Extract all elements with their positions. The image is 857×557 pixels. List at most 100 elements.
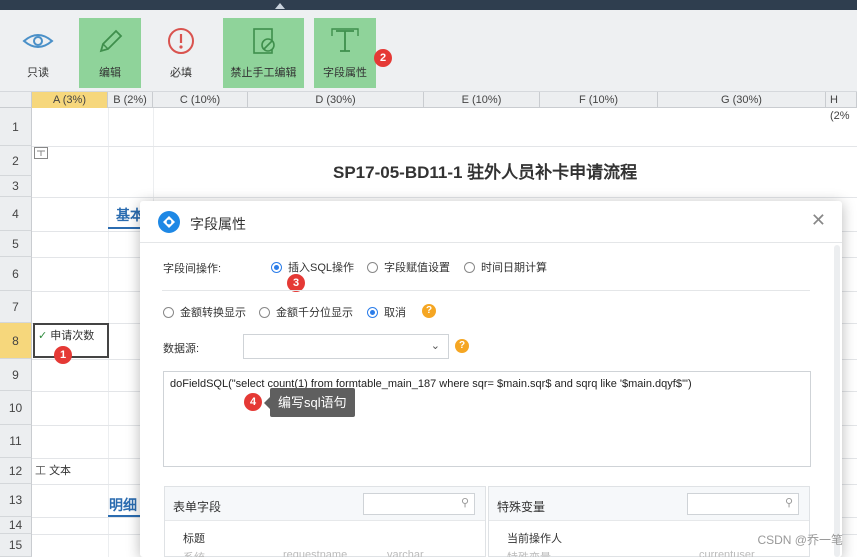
column-header[interactable]: F (10%): [540, 92, 658, 108]
help-icon[interactable]: ?: [422, 304, 436, 318]
field-ops-label: 字段间操作:: [163, 263, 222, 275]
dialog-scrollbar[interactable]: [834, 245, 840, 557]
text-field-icon: [331, 28, 359, 52]
exclamation-icon: [168, 28, 194, 54]
list-item[interactable]: 当前操作人: [507, 530, 562, 546]
panel-header: 特殊变量 ⚲: [489, 487, 809, 521]
search-icon: ⚲: [784, 497, 793, 509]
radio-label: 时间日期计算: [481, 262, 547, 274]
row-header[interactable]: 11: [0, 425, 32, 458]
text-cell-label: 文本: [49, 465, 72, 477]
column-header-bar: A (3%) B (2%) C (10%) D (30%) E (10%) F …: [0, 92, 857, 122]
radio-dot: [464, 261, 475, 273]
row-header[interactable]: 9: [0, 359, 32, 391]
radio-amount-convert[interactable]: 金额转换显示: [163, 304, 246, 320]
help-icon[interactable]: ?: [455, 339, 469, 353]
dialog-logo-icon: [158, 211, 180, 233]
panel-title: 表单字段: [173, 500, 222, 514]
row-header[interactable]: 14: [0, 517, 32, 534]
column-header[interactable]: D (30%): [248, 92, 424, 108]
search-input[interactable]: ⚲: [687, 493, 799, 515]
field-properties-label: 字段属性: [323, 67, 367, 79]
eye-icon: [22, 34, 54, 48]
row-header[interactable]: 1: [0, 108, 32, 146]
sql-tooltip: 编写sql语句: [264, 388, 355, 417]
dialog-header: 字段属性 ✕: [140, 201, 842, 243]
form-fields-panel: 表单字段 ⚲ 标题 系统 requestname varchar: [164, 486, 486, 557]
radio-dot: [163, 306, 174, 318]
panel-header: 表单字段 ⚲: [165, 487, 485, 521]
edit-button[interactable]: 编辑: [79, 18, 141, 88]
toolbar: 只读 编辑 必填 禁止手工编辑 字段属性 2: [0, 10, 857, 92]
row-header[interactable]: 6: [0, 257, 32, 291]
list-item[interactable]: 标题: [183, 530, 205, 546]
watermark: CSDN @乔一笔: [757, 533, 843, 547]
required-button[interactable]: 必填: [152, 18, 210, 88]
radio-amount-thousands[interactable]: 金额千分位显示: [259, 304, 353, 320]
row-header[interactable]: 15: [0, 534, 32, 557]
field-properties-dialog: 字段属性 ✕ 字段间操作: 插入SQL操作 字段赋值设置 时间日期计算 3 金额…: [140, 201, 842, 557]
no-manual-edit-button[interactable]: 禁止手工编辑: [223, 18, 304, 88]
radio-cancel[interactable]: 取消: [367, 304, 406, 320]
top-strip: [0, 0, 857, 10]
row-header[interactable]: 5: [0, 231, 32, 257]
list-item: varchar: [387, 549, 424, 557]
grid-hline: [32, 146, 857, 147]
column-header[interactable]: A (3%): [32, 92, 108, 108]
radio-dot: [271, 261, 282, 273]
pencil-icon: [99, 29, 123, 53]
sql-textarea[interactable]: doFieldSQL("select count(1) from formtab…: [163, 371, 811, 467]
radio-dot: [367, 306, 378, 318]
readonly-button[interactable]: 只读: [14, 18, 62, 88]
row-header[interactable]: 13: [0, 484, 32, 517]
dialog-title: 字段属性: [190, 216, 246, 232]
grid-hline: [32, 197, 857, 198]
text-cursor-icon: 工: [35, 465, 46, 477]
radio-label: 取消: [384, 307, 406, 319]
text-field-cell-icon: [34, 147, 48, 162]
column-header[interactable]: B (2%): [108, 92, 153, 108]
corner-cell: [0, 92, 32, 108]
column-header[interactable]: H (2%: [826, 92, 857, 122]
row-header[interactable]: 3: [0, 176, 32, 197]
datasource-select[interactable]: ⌄: [243, 334, 449, 359]
radio-field-assign[interactable]: 字段赋值设置: [367, 259, 450, 275]
radio-insert-sql[interactable]: 插入SQL操作: [271, 259, 354, 275]
row-header[interactable]: 10: [0, 391, 32, 425]
no-edit-icon: [252, 28, 275, 54]
list-item: requestname: [283, 549, 348, 557]
list-item: 系统: [183, 549, 205, 557]
row-header[interactable]: 7: [0, 291, 32, 323]
column-header[interactable]: E (10%): [424, 92, 540, 108]
radio-label: 金额转换显示: [180, 307, 246, 319]
step-badge-4: 4: [244, 393, 262, 411]
radio-dot: [259, 306, 270, 318]
search-icon: ⚲: [460, 497, 469, 509]
close-icon[interactable]: ✕: [811, 210, 826, 231]
step-badge-2: 2: [374, 49, 392, 67]
check-edit-icon: ✓: [38, 330, 48, 342]
row-header[interactable]: 2: [0, 146, 32, 176]
collapse-arrow-icon[interactable]: [275, 3, 285, 9]
text-cell[interactable]: 工 文本: [35, 462, 71, 478]
column-header[interactable]: C (10%): [153, 92, 248, 108]
radio-label: 金额千分位显示: [276, 307, 353, 319]
column-header[interactable]: G (30%): [658, 92, 826, 108]
search-input[interactable]: ⚲: [363, 493, 475, 515]
section-detail: 明细: [109, 497, 137, 513]
list-item: currentuser: [699, 549, 755, 557]
row-header[interactable]: 4: [0, 197, 32, 231]
row-header[interactable]: 12: [0, 458, 32, 484]
readonly-label: 只读: [27, 67, 49, 79]
field-properties-button[interactable]: 字段属性: [314, 18, 376, 88]
chevron-down-icon: ⌄: [430, 340, 440, 352]
sql-text: doFieldSQL("select count(1) from formtab…: [170, 378, 692, 390]
radio-datetime-calc[interactable]: 时间日期计算: [464, 259, 547, 275]
field-cell-label: 申请次数: [50, 330, 95, 342]
edit-label: 编辑: [99, 67, 121, 79]
row-header[interactable]: 8: [0, 323, 32, 359]
list-item: 特殊变量: [507, 549, 551, 557]
panel-title: 特殊变量: [497, 500, 546, 514]
divider: [162, 290, 810, 291]
no-manual-edit-label: 禁止手工编辑: [230, 67, 297, 79]
